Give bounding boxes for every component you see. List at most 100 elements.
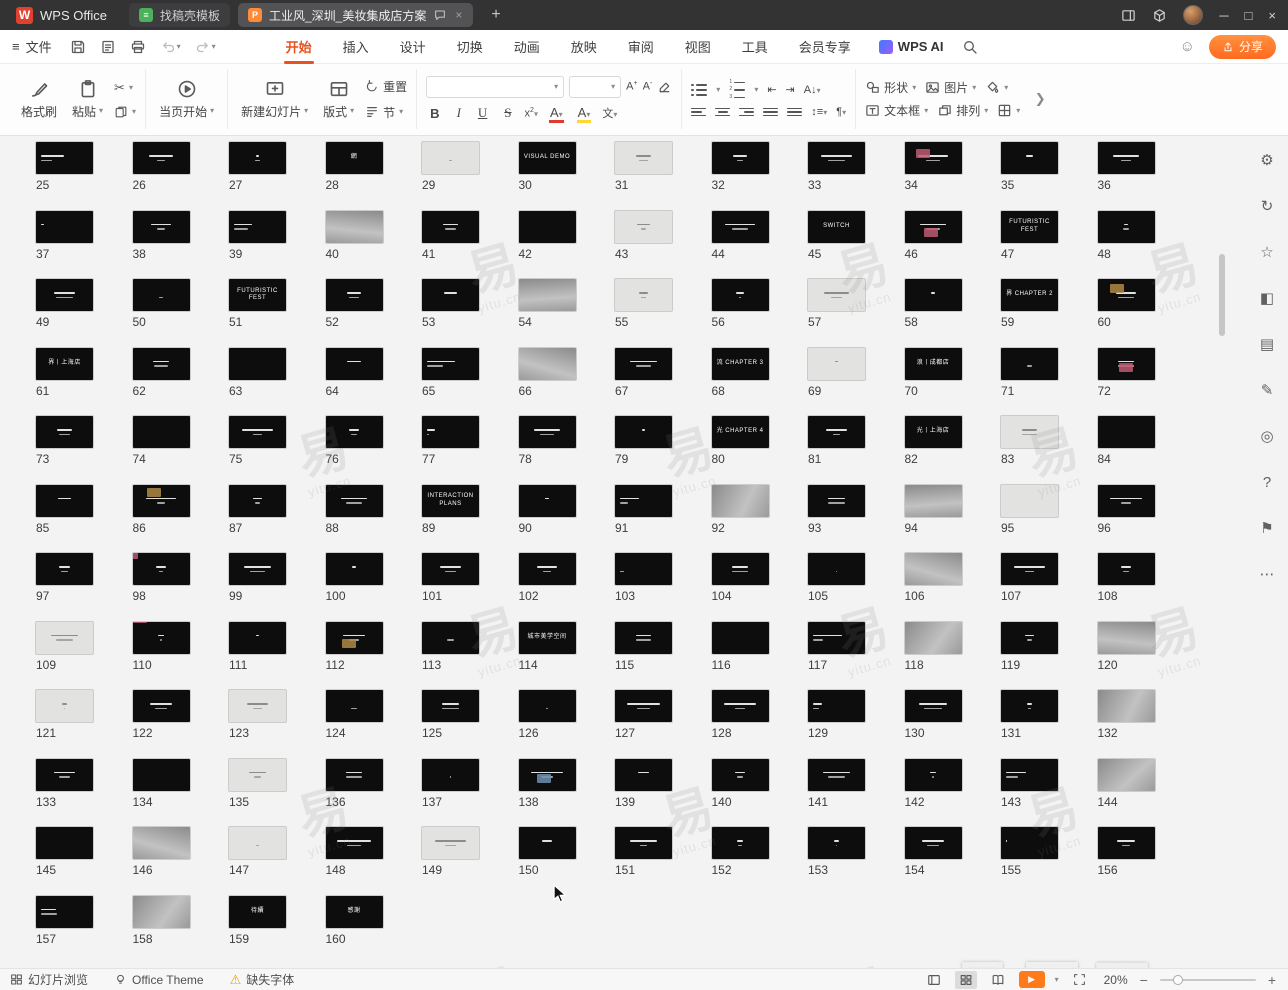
slide-thumbnail[interactable]: [712, 485, 769, 517]
slide-thumbnail[interactable]: [133, 896, 190, 928]
slide-thumbnail[interactable]: [1098, 485, 1155, 517]
close-tab-icon[interactable]: ×: [454, 8, 463, 22]
slideshow-play-button[interactable]: ▶: [1019, 971, 1045, 988]
slide-thumbnail[interactable]: [326, 485, 383, 517]
slide-thumbnail[interactable]: [808, 142, 865, 174]
increase-font-button[interactable]: A+: [626, 80, 637, 93]
align-left-button[interactable]: [691, 106, 706, 119]
slide-thumbnail[interactable]: [712, 142, 769, 174]
slide-thumbnail[interactable]: [1098, 553, 1155, 585]
quick-style-button[interactable]: ▾: [997, 103, 1020, 118]
slide-thumbnail[interactable]: [808, 622, 865, 654]
superscript-button[interactable]: x2▾: [525, 107, 538, 120]
document-tab-home[interactable]: ≡ 找稿壳模板: [129, 3, 230, 27]
slide-thumbnail[interactable]: [808, 553, 865, 585]
expand-ribbon-button[interactable]: ❯: [1029, 69, 1051, 129]
slide-thumbnail[interactable]: [36, 142, 93, 174]
slide-thumbnail[interactable]: [1098, 416, 1155, 448]
redo-button[interactable]: ▾: [193, 37, 218, 57]
slide-thumbnail[interactable]: [326, 416, 383, 448]
highlight-color-button[interactable]: A▾: [575, 104, 594, 123]
slide-thumbnail[interactable]: [712, 690, 769, 722]
search-icon[interactable]: [962, 39, 978, 55]
slide-thumbnail[interactable]: [229, 348, 286, 380]
view-mode-indicator[interactable]: 幻灯片浏览: [10, 971, 88, 988]
slide-thumbnail[interactable]: [326, 690, 383, 722]
print-button[interactable]: [128, 37, 148, 57]
slide-thumbnail[interactable]: [1098, 759, 1155, 791]
strikethrough-button[interactable]: S: [500, 104, 515, 122]
widgets-box-icon[interactable]: [1152, 8, 1167, 23]
slide-thumbnail[interactable]: [615, 759, 672, 791]
slide-thumbnail[interactable]: [36, 827, 93, 859]
slide-thumbnail[interactable]: [519, 348, 576, 380]
file-menu-button[interactable]: ≡ 文件: [12, 37, 52, 56]
font-family-select[interactable]: ▾: [426, 76, 564, 98]
fill-color-button[interactable]: ▾: [985, 80, 1008, 95]
undo-button[interactable]: ▾: [158, 37, 183, 57]
chart-icon[interactable]: ▤: [1255, 332, 1279, 356]
slide-thumbnail[interactable]: [36, 211, 93, 243]
shape-flip-icon[interactable]: ◧: [1255, 286, 1279, 310]
slide-thumbnail[interactable]: [1001, 622, 1058, 654]
slide-thumbnail[interactable]: 流 CHAPTER 3: [712, 348, 769, 380]
slide-thumbnail[interactable]: [519, 553, 576, 585]
slide-thumbnail[interactable]: [133, 553, 190, 585]
more-icon[interactable]: ⋯: [1255, 562, 1279, 586]
new-tab-button[interactable]: +: [485, 6, 506, 24]
slide-thumbnail[interactable]: [1098, 622, 1155, 654]
line-spacing-button[interactable]: ↕≡▾: [811, 106, 827, 118]
slide-thumbnail[interactable]: [326, 348, 383, 380]
slide-thumbnail[interactable]: [1001, 827, 1058, 859]
slide-thumbnail[interactable]: [326, 279, 383, 311]
slide-thumbnail[interactable]: 光 CHAPTER 4: [712, 416, 769, 448]
new-slide-button[interactable]: 新建幻灯片▾: [237, 77, 312, 122]
slide-thumbnail[interactable]: [229, 211, 286, 243]
slide-thumbnail[interactable]: [1001, 485, 1058, 517]
slide-thumbnail[interactable]: [1001, 553, 1058, 585]
section-button[interactable]: 节 ▾: [365, 104, 407, 121]
menu-tab[interactable]: 切换: [455, 30, 485, 64]
maximize-button[interactable]: □: [1245, 8, 1253, 23]
slide-thumbnail[interactable]: [905, 279, 962, 311]
slide-thumbnail[interactable]: [615, 279, 672, 311]
slide-thumbnail[interactable]: [422, 827, 479, 859]
help-icon[interactable]: ?: [1255, 470, 1279, 494]
slide-thumbnail[interactable]: [133, 827, 190, 859]
document-tab-active[interactable]: P 工业风_深圳_美妆集成店方案 ×: [238, 3, 473, 27]
slide-thumbnail[interactable]: [133, 142, 190, 174]
slide-thumbnail[interactable]: [808, 348, 865, 380]
italic-button[interactable]: I: [453, 104, 465, 122]
slide-thumbnail[interactable]: 浪丨成都店: [905, 348, 962, 380]
zoom-out-button[interactable]: −: [1138, 972, 1150, 988]
distribute-button[interactable]: [787, 106, 802, 119]
menu-tab[interactable]: 设计: [398, 30, 428, 64]
underline-button[interactable]: U: [474, 104, 491, 122]
arrange-button[interactable]: 排列▾: [937, 102, 988, 119]
slide-thumbnail[interactable]: [905, 690, 962, 722]
slide-thumbnail[interactable]: [36, 690, 93, 722]
slide-thumbnail[interactable]: [326, 827, 383, 859]
slide-thumbnail[interactable]: [422, 690, 479, 722]
slide-thumbnail[interactable]: FUTURISTIC FEST: [229, 279, 286, 311]
annotate-icon[interactable]: ✎: [1255, 378, 1279, 402]
slide-thumbnail[interactable]: [712, 622, 769, 654]
slide-thumbnail[interactable]: [712, 759, 769, 791]
zoom-slider-knob[interactable]: [1173, 975, 1183, 985]
slide-thumbnail[interactable]: [229, 827, 286, 859]
character-shading-button[interactable]: 文▾: [602, 105, 617, 121]
slide-thumbnail[interactable]: 光丨上海店: [905, 416, 962, 448]
slide-thumbnail[interactable]: [422, 348, 479, 380]
slide-thumbnail[interactable]: [229, 690, 286, 722]
slide-thumbnail[interactable]: [1098, 827, 1155, 859]
bullet-list-button[interactable]: [691, 84, 707, 97]
slide-thumbnail[interactable]: [36, 622, 93, 654]
missing-font-warning[interactable]: ⚠ 缺失字体: [230, 971, 295, 988]
zoom-slider[interactable]: [1160, 979, 1256, 981]
slide-thumbnail[interactable]: [615, 622, 672, 654]
slide-thumbnail[interactable]: 網: [326, 142, 383, 174]
slide-thumbnail[interactable]: 界丨上海店: [36, 348, 93, 380]
font-color-button[interactable]: A▾: [547, 104, 566, 123]
slide-sorter-view-button[interactable]: [955, 971, 977, 989]
menu-tab[interactable]: 开始: [284, 30, 314, 64]
